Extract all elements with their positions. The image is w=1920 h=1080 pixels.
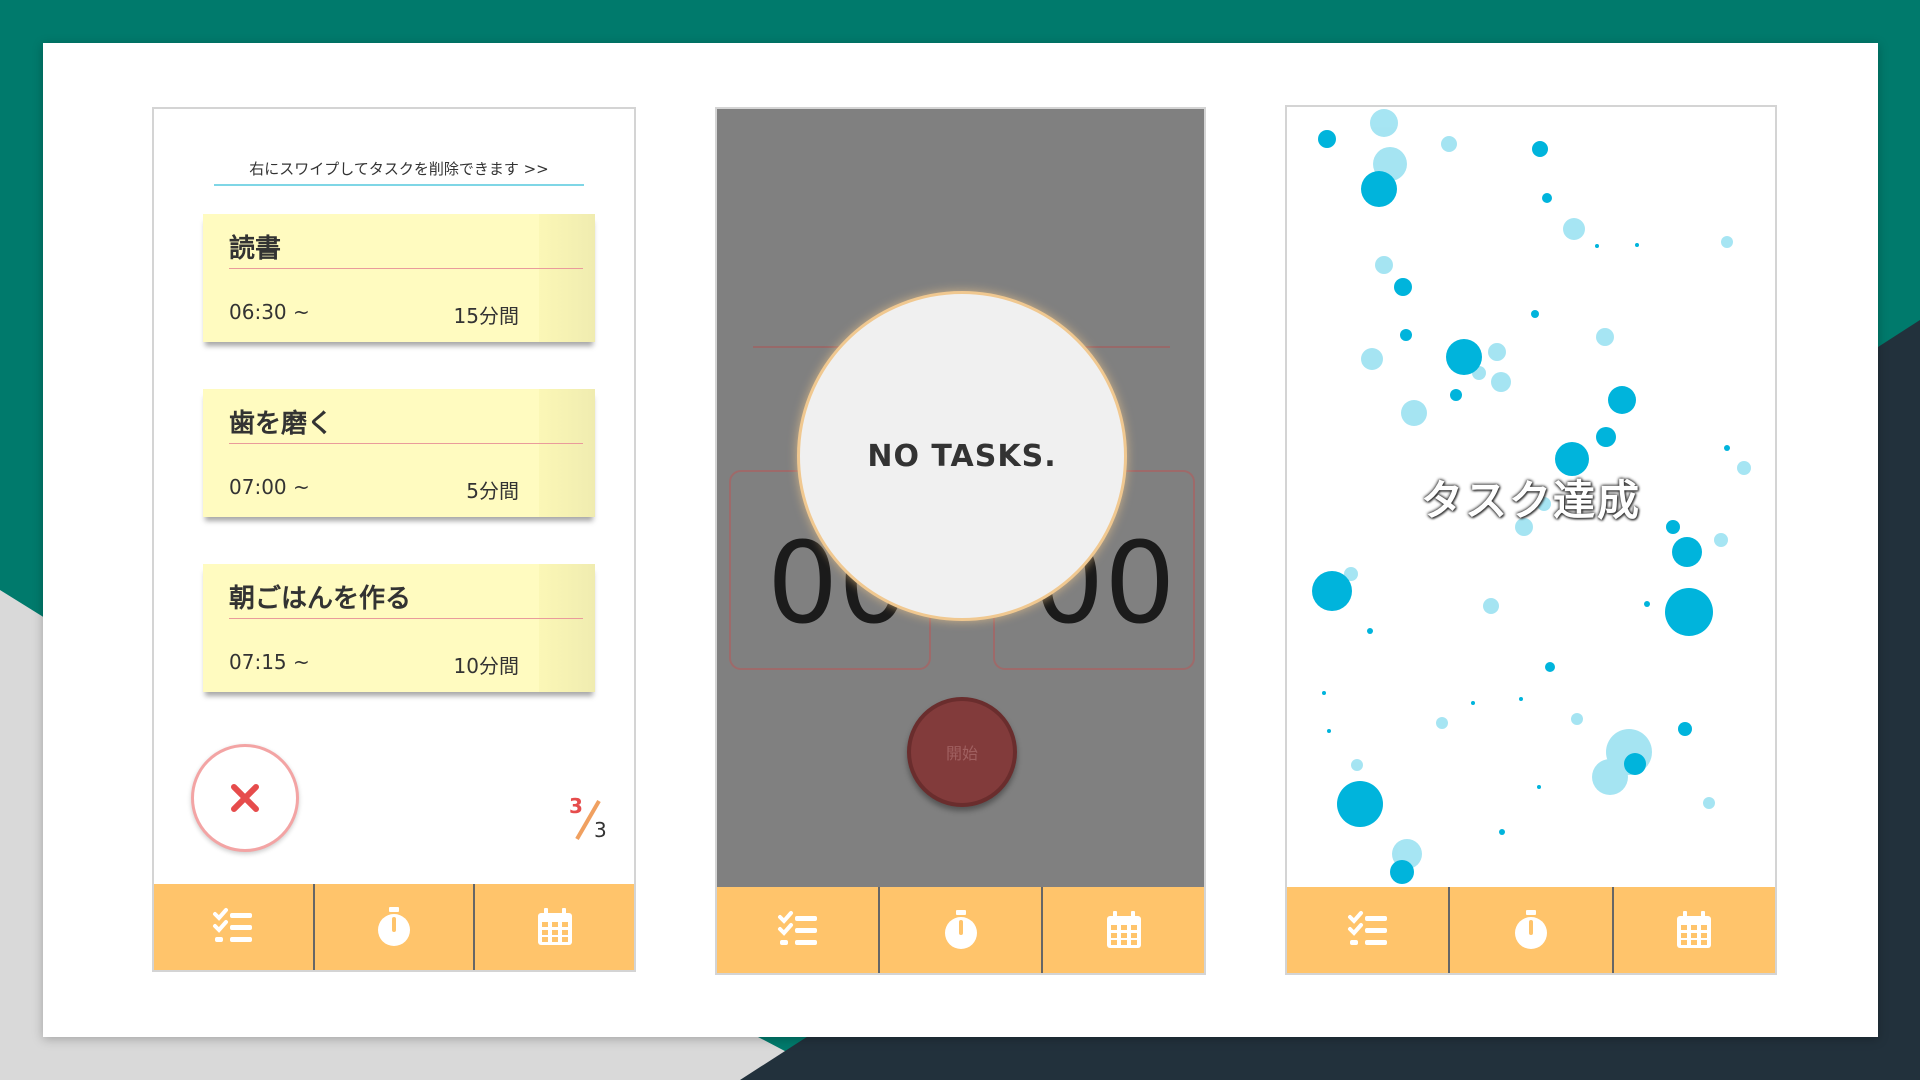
no-tasks-message: NO TASKS. — [867, 438, 1057, 474]
counter-current: 3 — [569, 794, 583, 818]
calendar-icon — [1677, 911, 1712, 948]
task-complete-message: タスク達成 — [1420, 476, 1641, 525]
calendar-icon — [1106, 911, 1141, 948]
task-time: 07:00 ~ — [229, 475, 310, 499]
task-card[interactable]: 朝ごはんを作る 07:15 ~ 10分間 — [203, 564, 595, 692]
task-title: 歯を磨く — [229, 409, 334, 439]
tab-bar — [1287, 887, 1775, 973]
task-duration: 15分間 — [453, 304, 519, 328]
start-button[interactable]: 開始 — [907, 697, 1017, 807]
tab-bar — [717, 887, 1204, 973]
tab-bar — [154, 884, 634, 970]
tab-timer[interactable] — [1450, 887, 1614, 973]
task-complete-screen: タスク達成 — [1285, 105, 1777, 975]
tab-calendar[interactable] — [475, 884, 634, 970]
tab-tasks[interactable] — [154, 884, 315, 970]
tab-calendar[interactable] — [1614, 887, 1775, 973]
tab-timer[interactable] — [315, 884, 476, 970]
stopwatch-icon — [378, 907, 410, 946]
tab-tasks[interactable] — [1287, 887, 1451, 973]
no-tasks-overlay: NO TASKS. — [797, 291, 1127, 621]
task-duration: 5分間 — [466, 479, 519, 503]
timer-screen: あと 00 00 : 開始 NO TASKS. — [715, 107, 1206, 975]
task-list-icon — [777, 911, 817, 945]
stopwatch-icon — [944, 910, 977, 949]
task-time: 06:30 ~ — [229, 300, 310, 324]
tab-calendar[interactable] — [1043, 887, 1204, 973]
tab-timer[interactable] — [880, 887, 1043, 973]
stopwatch-icon — [1514, 910, 1547, 949]
counter-total: 3 — [594, 818, 607, 842]
swipe-hint: 右にスワイプしてタスクを削除できます >> — [214, 158, 584, 186]
delete-button[interactable] — [191, 744, 299, 852]
task-title: 朝ごはんを作る — [229, 584, 412, 614]
task-list-icon — [213, 908, 253, 942]
task-counter: 3 3 — [564, 794, 616, 846]
task-duration: 10分間 — [453, 654, 519, 678]
task-card[interactable]: 読書 06:30 ~ 15分間 — [203, 214, 595, 342]
close-icon — [231, 784, 259, 812]
timer-backdrop: あと 00 00 : 開始 NO TASKS. — [717, 109, 1204, 887]
bubble-animation: タスク達成 — [1287, 107, 1775, 887]
task-list-icon — [1347, 911, 1387, 945]
tab-tasks[interactable] — [717, 887, 880, 973]
task-card[interactable]: 歯を磨く 07:00 ~ 5分間 — [203, 389, 595, 517]
calendar-icon — [537, 908, 572, 945]
task-title: 読書 — [229, 234, 282, 264]
task-time: 07:15 ~ — [229, 650, 310, 674]
task-list-screen: 右にスワイプしてタスクを削除できます >> 読書 06:30 ~ 15分間 歯を… — [152, 107, 636, 972]
